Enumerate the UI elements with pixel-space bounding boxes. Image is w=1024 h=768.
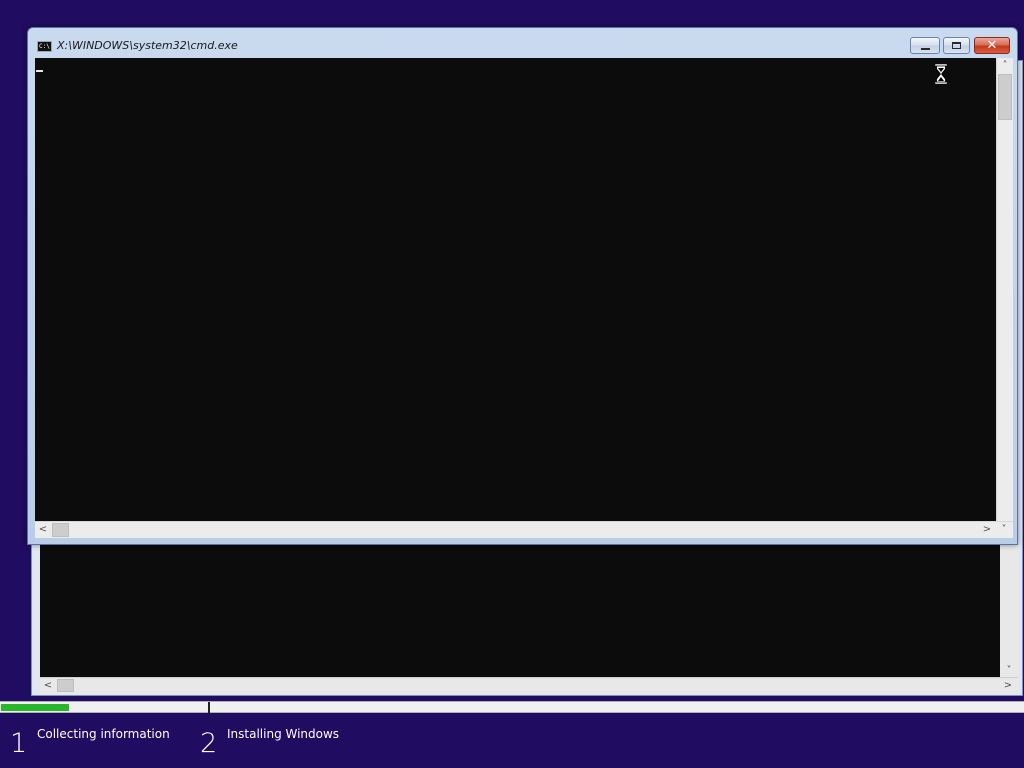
title-bar[interactable]: C:\ X:\WINDOWS\system32\cmd.exe ✕ <box>28 28 1017 58</box>
scroll-left-arrow-icon[interactable]: < <box>35 525 51 535</box>
setup-progress-fill <box>1 704 69 711</box>
background-scroll-right-arrow-icon[interactable]: > <box>1000 681 1016 691</box>
minimize-icon <box>920 47 930 50</box>
horizontal-scrollbar[interactable]: < > ˅ <box>35 521 1013 538</box>
vertical-scroll-thumb[interactable] <box>998 74 1012 120</box>
scroll-right-arrow-icon[interactable]: > <box>979 525 995 535</box>
horizontal-scroll-thumb[interactable] <box>52 523 69 537</box>
step-number: 1 <box>10 728 28 759</box>
window-title: X:\WINDOWS\system32\cmd.exe <box>57 39 238 52</box>
scroll-down-arrow-icon[interactable]: ˅ <box>996 525 1012 535</box>
background-horizontal-scrollbar[interactable]: < > <box>40 677 1018 694</box>
maximize-button[interactable] <box>943 37 970 54</box>
cmd-window[interactable]: C:\ X:\WINDOWS\system32\cmd.exe ✕ ˄ < > … <box>27 27 1018 545</box>
close-icon: ✕ <box>986 38 998 53</box>
console-output-area[interactable] <box>35 58 996 521</box>
progress-step-divider <box>208 702 210 714</box>
background-scroll-left-arrow-icon[interactable]: < <box>40 681 56 691</box>
scroll-up-arrow-icon[interactable]: ˄ <box>997 61 1013 71</box>
step-number: 2 <box>200 728 218 759</box>
setup-progress-bar <box>0 701 1024 714</box>
background-hscroll-thumb[interactable] <box>57 679 74 692</box>
step-label: Collecting information <box>37 727 170 741</box>
setup-desktop: ˅ < > C:\ X:\WINDOWS\system32\cmd.exe ✕ <box>0 0 1024 768</box>
text-cursor <box>36 70 43 72</box>
vertical-scrollbar[interactable]: ˄ <box>996 58 1013 521</box>
cmd-icon[interactable]: C:\ <box>37 41 52 52</box>
restore-icon <box>952 42 961 49</box>
hourglass-icon <box>934 64 948 84</box>
step-label: Installing Windows <box>227 727 340 741</box>
close-button[interactable]: ✕ <box>974 37 1010 54</box>
minimize-button[interactable] <box>910 37 940 54</box>
background-scroll-down-arrow-icon[interactable]: ˅ <box>1001 666 1017 676</box>
